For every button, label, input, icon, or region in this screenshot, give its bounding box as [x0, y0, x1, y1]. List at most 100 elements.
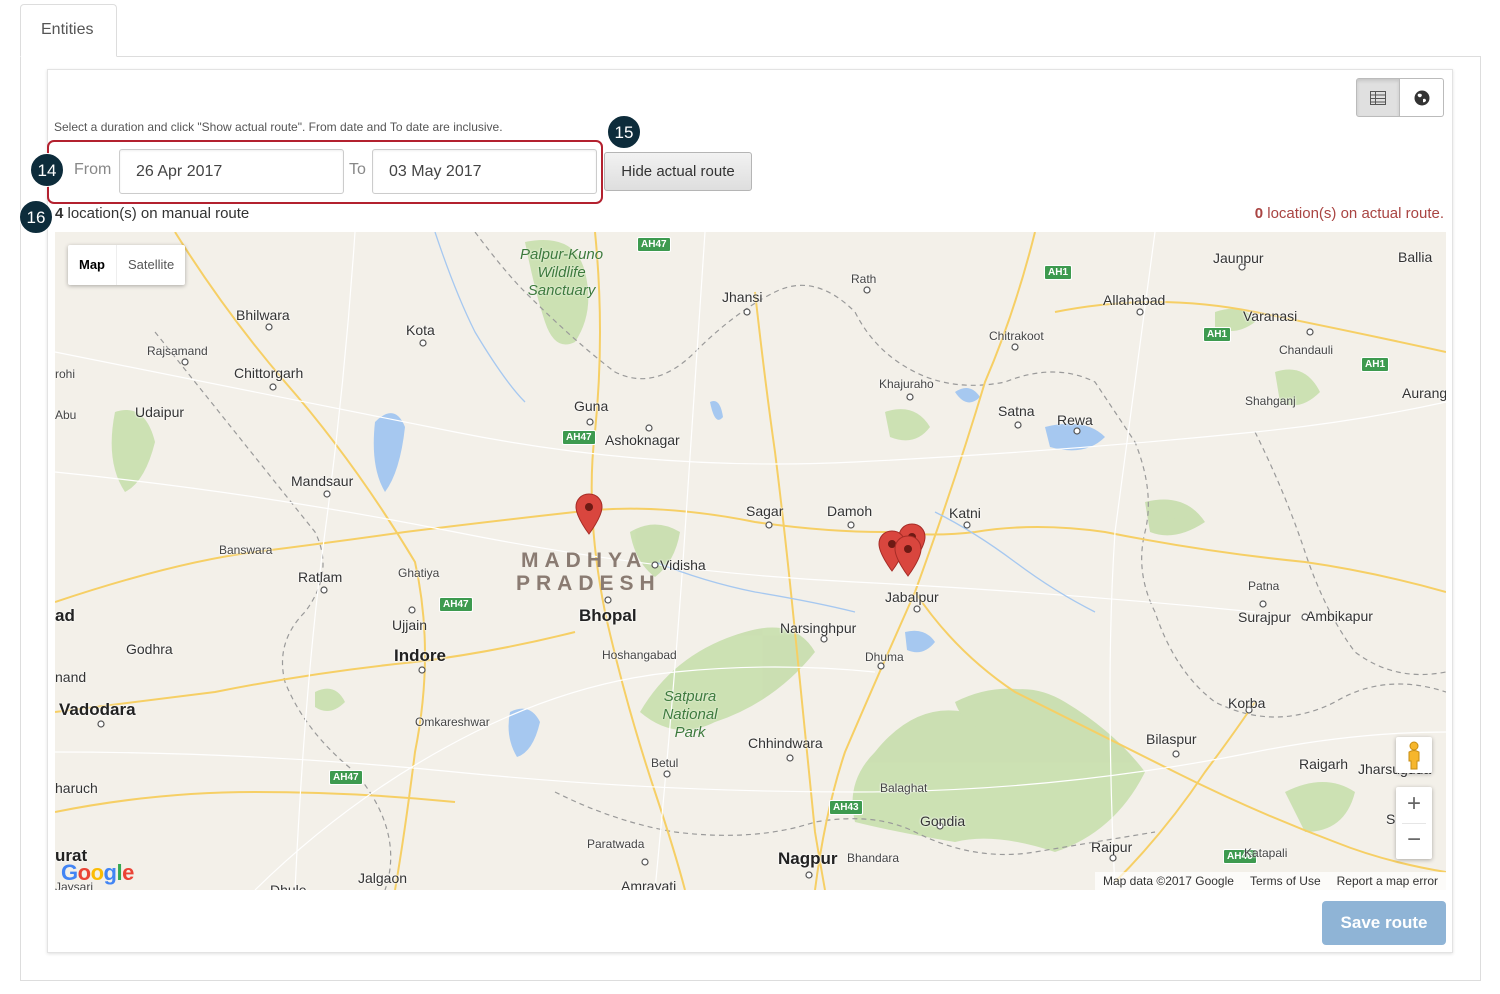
city-label: Omkareshwar	[415, 715, 490, 729]
zoom-control: + −	[1396, 787, 1432, 859]
state-label: PRADESH	[516, 572, 661, 595]
park-label: Palpur-Kuno Wildlife Sanctuary	[520, 246, 604, 299]
map-attribution: Map data ©2017 Google Terms of Use Repor…	[1095, 872, 1446, 890]
city-label: Udaipur	[135, 404, 185, 420]
city-label: Rath	[851, 272, 877, 286]
from-date-field[interactable]: 26 Apr 2017	[119, 149, 344, 194]
from-label: From	[74, 161, 112, 178]
highway-shield: AH43	[829, 800, 863, 815]
city-label: Sagar	[746, 503, 784, 519]
map-type-control: Map Satellite	[68, 245, 186, 285]
city-label: Ballia	[1398, 249, 1433, 265]
city-label: Vadodara	[59, 700, 136, 719]
callout-badge-14: 14	[30, 153, 64, 187]
city-label: Surajpur	[1238, 609, 1291, 625]
city-label: Damoh	[827, 503, 873, 519]
city-label: Banswara	[219, 543, 273, 557]
manual-count-text: location(s) on manual route	[63, 205, 250, 222]
highway-shield: AH47	[637, 237, 671, 252]
street-view-button[interactable]	[1396, 737, 1432, 773]
actual-route-count: 0 location(s) on actual route.	[1255, 205, 1444, 222]
city-label: Korba	[1228, 695, 1266, 711]
map-type-satellite-button[interactable]: Satellite	[116, 245, 185, 285]
city-label: Guna	[574, 398, 609, 414]
city-label: Dhuma	[865, 650, 904, 664]
map-view-button[interactable]	[1400, 78, 1444, 117]
highway-shield: AH47	[329, 770, 363, 785]
map-type-map-button[interactable]: Map	[68, 245, 116, 285]
view-toggle	[1356, 78, 1445, 117]
city-label: Jaunpur	[1213, 250, 1264, 266]
city-label: Paratwada	[587, 837, 645, 851]
city-label: Allahabad	[1103, 292, 1166, 308]
tab-entities[interactable]: Entities	[20, 4, 117, 57]
to-date-field[interactable]: 03 May 2017	[372, 149, 597, 194]
city-label: Satna	[998, 403, 1035, 419]
highway-shield: AH47	[562, 430, 596, 445]
city-label: Bilaspur	[1146, 731, 1197, 747]
city-label: Ujjain	[392, 617, 428, 633]
callout-badge-15: 15	[607, 115, 641, 149]
city-label: Aurang	[1402, 385, 1446, 401]
highway-shield: AH1	[1044, 265, 1073, 280]
city-label: Mandsaur	[291, 473, 354, 489]
highway-shield: AH1	[1203, 327, 1232, 342]
city-label: Patna	[1248, 579, 1280, 593]
map-marker-icon[interactable]	[575, 486, 603, 542]
to-label: To	[349, 161, 366, 178]
terms-of-use-link[interactable]: Terms of Use	[1250, 872, 1321, 890]
zoom-out-button[interactable]: −	[1396, 823, 1432, 859]
city-label: Khajuraho	[879, 377, 934, 391]
city-label: Ghatiya	[398, 566, 440, 580]
city-label: Varanasi	[1243, 308, 1298, 324]
table-icon	[1370, 90, 1386, 105]
city-label: Chandauli	[1279, 343, 1334, 357]
city-label: Rewa	[1057, 412, 1093, 428]
tab-label: Entities	[41, 21, 94, 38]
city-label: Bhandara	[847, 851, 900, 865]
city-label: Chittorgarh	[234, 365, 304, 381]
city-label: Bhopal	[579, 606, 637, 625]
city-label: Ashoknagar	[605, 432, 680, 448]
route-map[interactable]: Map Satellite Palpur-Kuno Wildlife Sanctua…	[55, 232, 1446, 890]
city-label: Indore	[394, 646, 446, 665]
pegman-icon	[1408, 741, 1420, 770]
hide-actual-route-button[interactable]: Hide actual route	[604, 152, 752, 191]
city-label: Chhindwara	[748, 735, 823, 751]
map-marker-icon[interactable]	[894, 528, 922, 584]
city-label: Ratlam	[298, 569, 343, 585]
city-label: Katni	[949, 505, 981, 521]
google-logo[interactable]: Google	[61, 860, 134, 886]
city-label: Jabalpur	[885, 589, 939, 605]
city-label: Raipur	[1091, 839, 1133, 855]
city-label: Rajsamand	[147, 344, 208, 358]
manual-route-count: 4 location(s) on manual route	[55, 205, 249, 222]
highway-shield: AH1	[1361, 357, 1390, 372]
park-label: Satpura National Park	[662, 688, 718, 741]
city-label: rohi	[55, 367, 76, 381]
city-label: Bhilwara	[236, 307, 290, 323]
city-label: Jhansi	[722, 289, 763, 305]
city-label: Hoshangabad	[602, 648, 677, 662]
actual-count-number: 0	[1254, 205, 1264, 222]
city-label: Amravati	[621, 878, 677, 890]
state-label: MADHYA	[521, 549, 648, 572]
map-base	[55, 232, 1446, 890]
save-route-button[interactable]: Save route	[1322, 901, 1446, 945]
callout-badge-16: 16	[19, 200, 53, 234]
city-label: Narsinghpur	[780, 620, 857, 636]
map-data-credit: Map data ©2017 Google	[1103, 874, 1234, 888]
city-label: Shahganj	[1245, 394, 1296, 408]
city-label: Katapali	[1244, 846, 1288, 860]
table-view-button[interactable]	[1356, 78, 1400, 117]
city-label: Balaghat	[880, 781, 928, 795]
city-label: Godhra	[126, 641, 173, 657]
city-label: Ambikapur	[1306, 608, 1373, 624]
city-label: Gondia	[920, 813, 966, 829]
zoom-in-button[interactable]: +	[1396, 787, 1432, 823]
city-label: ad	[55, 606, 75, 625]
highway-shield: AH47	[439, 597, 473, 612]
actual-count-text: location(s) on actual route.	[1263, 205, 1444, 222]
report-map-error-link[interactable]: Report a map error	[1337, 872, 1438, 890]
city-label: haruch	[55, 780, 98, 796]
